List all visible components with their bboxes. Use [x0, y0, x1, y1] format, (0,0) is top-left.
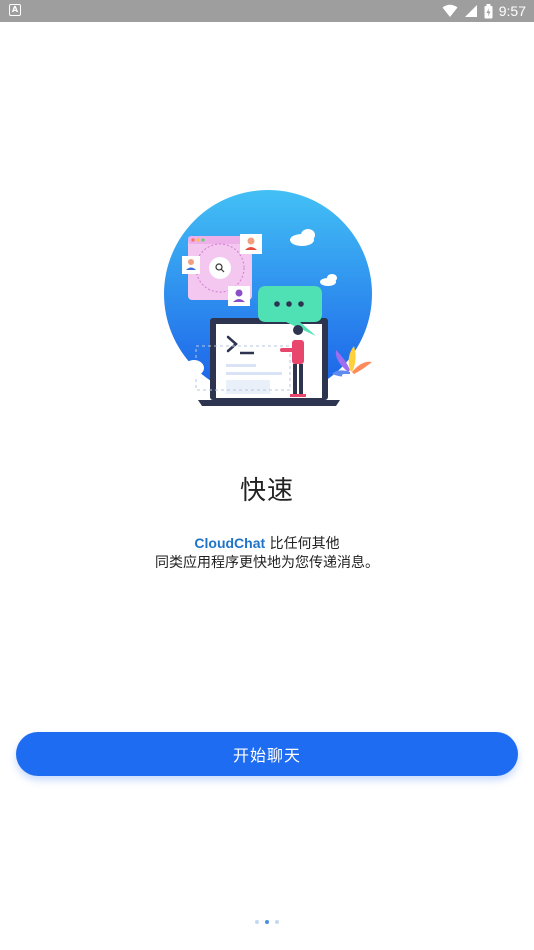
page-indicator — [0, 920, 534, 924]
brand-name: CloudChat — [194, 535, 266, 551]
status-indicators: 9:57 — [442, 0, 526, 22]
start-chat-button[interactable]: 开始聊天 — [16, 732, 518, 776]
onboarding-illustration — [164, 190, 372, 406]
page-title: 快速 — [239, 476, 294, 506]
description-line-1-text: 比任何其他 — [265, 536, 340, 552]
status-bar: A 9:57 — [0, 0, 534, 22]
battery-icon — [484, 3, 493, 18]
wifi-icon — [442, 4, 458, 17]
app-notification-icon: A — [9, 4, 21, 16]
page-dot-3[interactable] — [275, 920, 279, 924]
signal-icon — [464, 5, 477, 17]
description-line-2: 同类应用程序更快地为您传递消息。 — [155, 555, 379, 571]
description-line-1: CloudChat 比任何其他 — [0, 534, 534, 554]
description: CloudChat 比任何其他 同类应用程序更快地为您传递消息。 — [0, 534, 534, 573]
status-time: 9:57 — [498, 3, 526, 19]
page-dot-1[interactable] — [255, 920, 259, 924]
page-dot-2[interactable] — [265, 920, 269, 924]
